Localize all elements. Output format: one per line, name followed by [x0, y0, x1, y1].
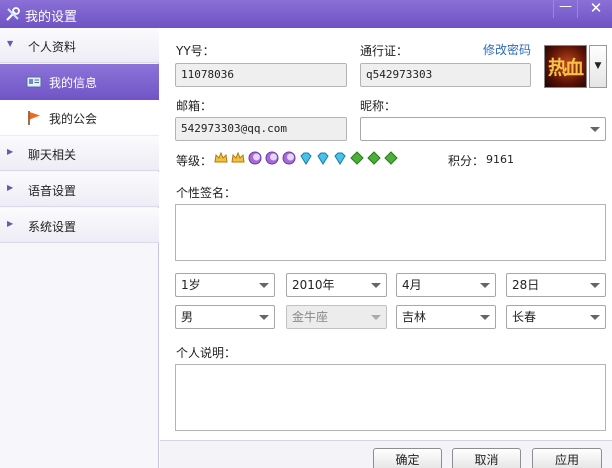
sidebar-item-label: 我的公会	[49, 112, 98, 126]
leaf-icon	[367, 151, 381, 165]
passport-label: 通行证：	[360, 44, 409, 58]
chevron-down-icon	[259, 315, 269, 320]
description-input[interactable]	[175, 364, 606, 431]
diamond-icon	[300, 152, 312, 165]
chevron-down-icon	[480, 283, 490, 288]
sidebar-section-system[interactable]: ▶ 系统设置	[0, 208, 159, 243]
window-title: 我的设置	[25, 10, 78, 25]
avatar-dropdown-button[interactable]: ▼	[589, 45, 607, 88]
email-label: 邮箱：	[176, 99, 213, 113]
minimize-button[interactable]: —	[553, 0, 578, 18]
chevron-down-icon	[590, 127, 600, 132]
flag-icon	[26, 110, 42, 126]
close-button[interactable]: ✕	[580, 0, 612, 18]
crown-icon	[214, 151, 228, 163]
chevron-down-icon: ▼	[7, 39, 14, 48]
birth-day-value: 28日	[512, 278, 540, 292]
sidebar-item-my-guild[interactable]: 我的公会	[0, 100, 159, 136]
level-icons	[214, 151, 401, 167]
city-select[interactable]: 长春	[506, 305, 606, 329]
birth-month-value: 4月	[402, 278, 422, 292]
gender-value: 男	[181, 310, 194, 324]
email-field: 542973303@qq.com	[175, 117, 347, 141]
birth-month-select[interactable]: 4月	[396, 273, 496, 297]
zodiac-select: 金牛座	[286, 305, 387, 329]
moon-icon	[248, 151, 262, 165]
yy-number-field: 11078036	[175, 63, 347, 87]
chevron-right-icon: ▶	[7, 219, 14, 228]
tools-icon	[5, 6, 21, 22]
sidebar-item-my-info[interactable]: 我的信息	[0, 64, 159, 100]
points-label: 积分：	[448, 154, 485, 168]
nickname-label: 昵称：	[360, 99, 397, 113]
sidebar-section-label: 个人资料	[28, 40, 77, 54]
sidebar-section-label: 语音设置	[28, 184, 77, 198]
sidebar-section-label: 聊天相关	[28, 148, 77, 162]
change-password-link[interactable]: 修改密码	[483, 41, 531, 58]
leaf-icon	[384, 151, 398, 165]
apply-button[interactable]: 应用	[532, 448, 602, 468]
avatar-text: 热血	[548, 57, 584, 79]
settings-window: 我的设置 — ✕ ▼ 个人资料 我的信息 我的公会 ▶ 聊天相关 ▶ 语音设置	[0, 0, 612, 468]
birth-year-select[interactable]: 2010年	[286, 273, 387, 297]
title-bar: 我的设置 — ✕	[0, 0, 612, 28]
zodiac-value: 金牛座	[292, 310, 329, 324]
sidebar-item-label: 我的信息	[49, 76, 98, 90]
chevron-down-icon	[590, 283, 600, 288]
city-value: 长春	[512, 310, 537, 324]
sidebar-section-personal-info[interactable]: ▼ 个人资料	[0, 28, 159, 63]
age-value: 1岁	[181, 278, 201, 292]
sidebar-section-label: 系统设置	[28, 220, 77, 234]
points-value: 9161	[486, 153, 514, 166]
province-select[interactable]: 吉林	[396, 305, 496, 329]
chevron-down-icon	[371, 315, 381, 320]
cancel-button[interactable]: 取消	[452, 448, 521, 468]
diamond-icon	[334, 152, 346, 165]
diamond-icon	[317, 152, 329, 165]
chevron-down-icon	[259, 283, 269, 288]
moon-icon	[265, 151, 279, 165]
chevron-down-icon	[480, 315, 490, 320]
chevron-down-icon	[590, 315, 600, 320]
signature-label: 个性签名：	[176, 186, 237, 200]
province-value: 吉林	[402, 310, 427, 324]
nickname-input[interactable]	[360, 117, 606, 141]
sidebar: ▼ 个人资料 我的信息 我的公会 ▶ 聊天相关 ▶ 语音设置 ▶ 系统设置	[0, 28, 159, 468]
chevron-right-icon: ▶	[7, 147, 14, 156]
sidebar-section-voice[interactable]: ▶ 语音设置	[0, 172, 159, 207]
birth-day-select[interactable]: 28日	[506, 273, 606, 297]
chevron-down-icon	[371, 283, 381, 288]
signature-input[interactable]	[175, 204, 606, 261]
yy-number-label: YY号：	[176, 44, 215, 58]
gender-select[interactable]: 男	[175, 305, 275, 329]
sidebar-section-chat[interactable]: ▶ 聊天相关	[0, 136, 159, 171]
id-card-icon	[26, 74, 42, 90]
leaf-icon	[350, 151, 364, 165]
ok-button[interactable]: 确定	[373, 448, 442, 468]
description-label: 个人说明：	[176, 346, 237, 360]
avatar[interactable]: 热血	[544, 45, 587, 88]
birth-year-value: 2010年	[292, 278, 335, 292]
crown-icon	[231, 151, 245, 163]
moon-icon	[282, 151, 296, 165]
age-select[interactable]: 1岁	[175, 273, 275, 297]
chevron-right-icon: ▶	[7, 183, 14, 192]
level-label: 等级：	[176, 154, 213, 168]
passport-field: q542973303	[360, 63, 531, 87]
